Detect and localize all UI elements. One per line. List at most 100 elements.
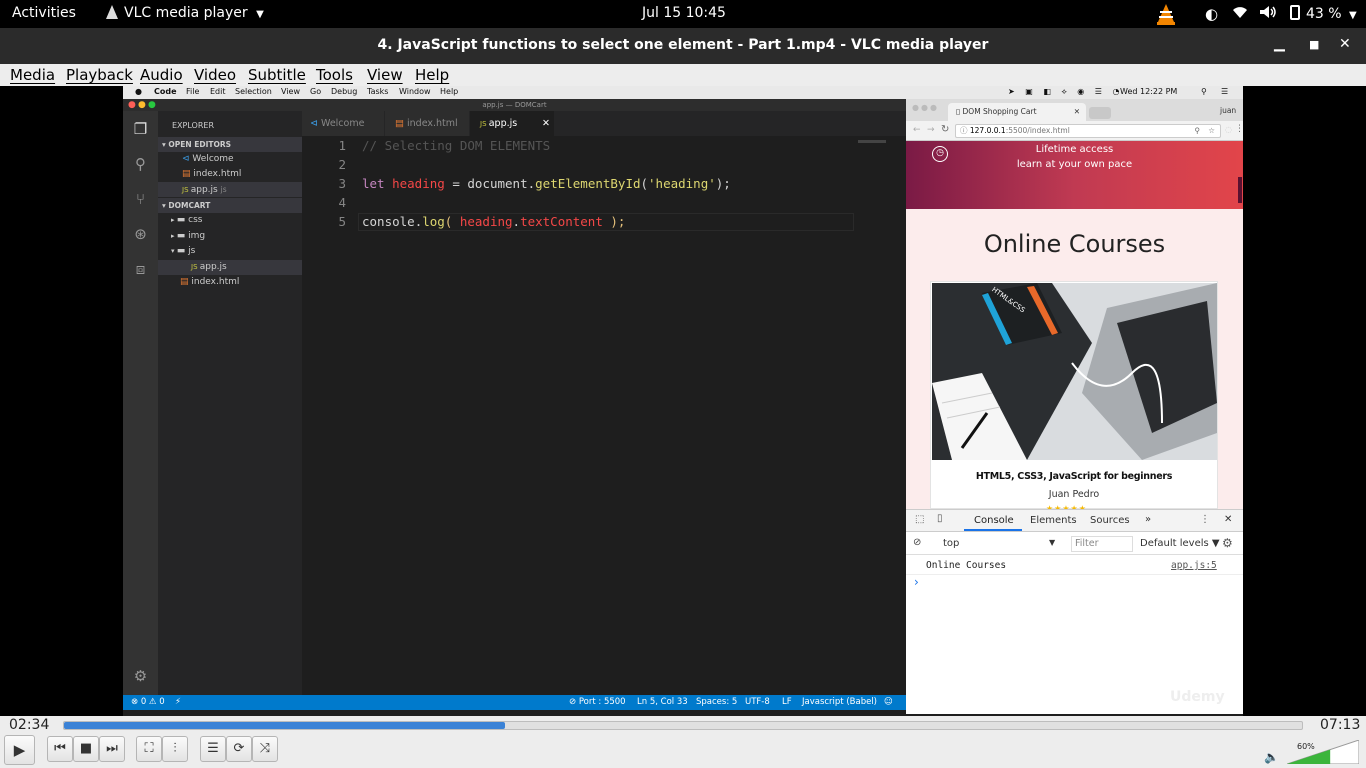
playlist-icon: ☰ — [207, 741, 219, 756]
playback-controls: 02:34 07:13 ▶ ⏮ ■ ⏭ ⛶ ⫶ ☰ ⟳ ⤨ 🔈 60% — [0, 716, 1366, 768]
seek-bar[interactable] — [63, 721, 1303, 730]
playlist-button[interactable]: ☰ — [200, 736, 226, 762]
wifi-icon[interactable] — [1232, 5, 1248, 23]
app-menu-label: VLC media player — [124, 5, 248, 21]
mac-menu-edit: Edit — [210, 87, 226, 96]
menu-video[interactable]: Video — [194, 66, 236, 84]
video-area[interactable]: ● Code File Edit Selection View Go Debug… — [0, 86, 1366, 716]
open-editor-label: index.html — [193, 169, 242, 179]
elapsed-time[interactable]: 02:34 — [9, 717, 49, 733]
paren: ( — [444, 214, 460, 229]
address-bar: ⓘ 127.0.0.1:5500/index.html ⚲ ☆ — [955, 124, 1221, 138]
vscode-icon: ⊲ — [310, 118, 321, 129]
log-levels-select: Default levels ▼ — [1140, 538, 1220, 549]
reload-icon: ↻ — [941, 124, 950, 135]
fullscreen-button[interactable]: ⛶ — [136, 736, 162, 762]
js-file-icon: JS — [182, 186, 191, 194]
menu-subtitle[interactable]: Subtitle — [248, 66, 306, 84]
app-menu[interactable]: VLC media player ▼ — [106, 5, 264, 21]
traffic-zoom-icon: ● — [148, 100, 156, 110]
object: document — [467, 176, 528, 191]
menu-playback[interactable]: Playback — [66, 66, 133, 84]
menu-help[interactable]: Help — [415, 66, 449, 84]
device-toggle-icon: ▯ — [937, 513, 943, 524]
folder-icon: ▬ — [176, 246, 189, 256]
profile-name: juan — [1220, 106, 1237, 115]
stop-button[interactable]: ■ — [73, 736, 99, 762]
vscode-icon: ⊲ — [182, 154, 193, 164]
tree-folder-js: ▾ ▬ js — [158, 244, 302, 259]
clock[interactable]: Jul 15 10:45 — [642, 5, 726, 21]
editor-tabs: ⊲ Welcome ▤ index.html JS app.js✕ ◫ ⋯ — [302, 111, 1021, 136]
paren: ); — [715, 176, 731, 191]
feedback-icon: ☺ — [884, 697, 893, 707]
previous-button[interactable]: ⏮ — [47, 736, 73, 762]
open-editor-label: app.js — [190, 185, 218, 195]
menu-tools[interactable]: Tools — [316, 66, 353, 84]
tab-app-js: JS app.js ✕ — [470, 111, 554, 136]
tree-file-index: ▤ index.html — [158, 275, 302, 290]
loop-button[interactable]: ⟳ — [226, 736, 252, 762]
tree-label: app.js — [199, 262, 227, 272]
vscode-title-bar: ● ● ● app.js — DOMCart — [123, 99, 906, 111]
menu-bar: Media Playback Audio Video Subtitle Tool… — [0, 64, 1366, 86]
html-file-icon: ▤ — [395, 118, 407, 129]
open-editors-header: ▾ OPEN EDITORS — [158, 137, 302, 152]
cursor-position: Ln 5, Col 33 — [637, 697, 688, 707]
hero-line-2: learn at your own pace — [1016, 159, 1133, 170]
extended-settings-button[interactable]: ⫶ — [162, 736, 188, 762]
console-prompt: › — [914, 575, 919, 589]
traffic-close-icon: ● — [128, 100, 136, 110]
code-line-3: let heading = document.getElementById('h… — [362, 176, 731, 191]
menu-audio[interactable]: Audio — [140, 66, 183, 84]
extensions-icon: ⧈ — [135, 260, 146, 278]
mac-menu-code: Code — [154, 87, 177, 96]
vlc-tray-icon[interactable] — [1156, 3, 1176, 29]
mac-menu-go: Go — [310, 87, 322, 96]
url-path: :5500/index.html — [1005, 126, 1070, 135]
minimize-button[interactable]: ▁ — [1274, 36, 1285, 52]
log-source-link: app.js:5 — [1171, 560, 1217, 571]
volume-level: 60% — [1297, 742, 1315, 751]
browser-toolbar: ← → ↻ ⓘ 127.0.0.1:5500/index.html ⚲ ☆ ◌ … — [906, 121, 1243, 141]
speaker-icon[interactable]: 🔈 — [1264, 750, 1279, 764]
battery-indicator[interactable]: 43 % ▼ — [1290, 5, 1357, 22]
mac-clock: Wed 12:22 PM — [1120, 87, 1178, 96]
close-icon: ✕ — [1073, 107, 1080, 116]
code-line-1: // Selecting DOM ELEMENTS — [362, 138, 551, 153]
shuffle-button[interactable]: ⤨ — [252, 736, 278, 762]
maximize-button[interactable]: ■ — [1309, 38, 1319, 51]
object: console — [362, 214, 415, 229]
active-tab-indicator — [964, 529, 1022, 531]
tab-console: Console — [974, 515, 1014, 526]
mac-menu-window: Window — [399, 87, 431, 96]
play-button[interactable]: ▶ — [4, 735, 35, 765]
close-button[interactable]: ✕ — [1339, 36, 1351, 52]
open-editors-label: OPEN EDITORS — [168, 140, 232, 149]
line-number: 5 — [338, 214, 346, 229]
live-server-port: ⊘ Port : 5500 — [569, 697, 626, 707]
project-label: DOMCART — [168, 201, 211, 210]
night-light-icon[interactable]: ◐ — [1205, 5, 1218, 23]
explorer-sidebar: EXPLORER ▾ OPEN EDITORS ⊲ Welcome ▤ inde… — [158, 111, 302, 695]
next-button[interactable]: ⏭ — [99, 736, 125, 762]
equalizer-icon: ⫶ — [173, 741, 177, 756]
menu-media[interactable]: Media — [10, 66, 55, 84]
filter-input: Filter — [1071, 536, 1133, 552]
volume-icon[interactable] — [1259, 5, 1277, 23]
menu-view[interactable]: View — [367, 66, 403, 84]
devtools-tab-bar: ⬚ ▯ Console Elements Sources » ⋮ ✕ — [906, 510, 1243, 532]
context-select: top — [943, 538, 960, 549]
browser-tab: ▯ DOM Shopping Cart ✕ — [948, 103, 1086, 121]
system-top-bar: Activities VLC media player ▼ Jul 15 10:… — [0, 0, 1366, 28]
indentation: Spaces: 5 — [696, 697, 738, 707]
browser-menu-icon: ⋮ — [1235, 124, 1243, 134]
bookmark-star-icon: ☆ — [1208, 126, 1215, 135]
function: log — [422, 214, 445, 229]
function: getElementById — [535, 176, 641, 191]
activities-button[interactable]: Activities — [12, 5, 76, 21]
tab-sources: Sources — [1090, 515, 1130, 526]
variable: heading — [459, 214, 513, 229]
more-tabs-icon: » — [1145, 514, 1152, 525]
html-file-icon: ▤ — [180, 277, 192, 287]
